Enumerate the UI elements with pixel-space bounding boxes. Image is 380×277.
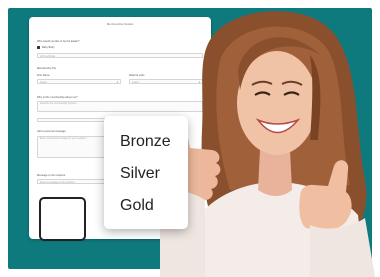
personal-message-label: Add a personal message — [37, 130, 66, 133]
smiling-woman-thumbs-up-illustration — [160, 11, 375, 277]
canvas: Membership Details Who would you like to… — [0, 0, 380, 277]
tier-dropdown-menu: Bronze Silver Gold — [104, 116, 188, 229]
dropdown-option-silver[interactable]: Silver — [120, 165, 160, 183]
blank-square-tile — [39, 197, 86, 241]
chevron-down-icon: ▾ — [116, 81, 118, 84]
dropdown-option-bronze[interactable]: Bronze — [120, 133, 171, 151]
dropdown-option-gold[interactable]: Gold — [120, 197, 154, 215]
leader-option-label: Baby Body — [42, 46, 55, 49]
personal-message-textarea[interactable]: Enter a personal message for your recipi… — [37, 136, 107, 158]
first-name-select[interactable]: Select ▾ — [37, 79, 121, 84]
leader-question-label: Who would you like to be the leader? — [37, 40, 80, 43]
leader-checkbox[interactable] — [37, 46, 40, 49]
membership-tier-label: Membership Tier — [37, 67, 57, 70]
recipient-message-label: Message to the recipient — [37, 174, 66, 177]
referral-select-value: Select — [132, 81, 139, 84]
purpose-label: Why is this membership about me? — [37, 96, 78, 99]
first-name-select-value: Select — [40, 81, 47, 84]
recipient-message-input[interactable]: Enter a message to the recipient — [37, 179, 107, 184]
first-name-label: First Name — [37, 74, 50, 77]
referral-label: Referral code — [129, 74, 145, 77]
